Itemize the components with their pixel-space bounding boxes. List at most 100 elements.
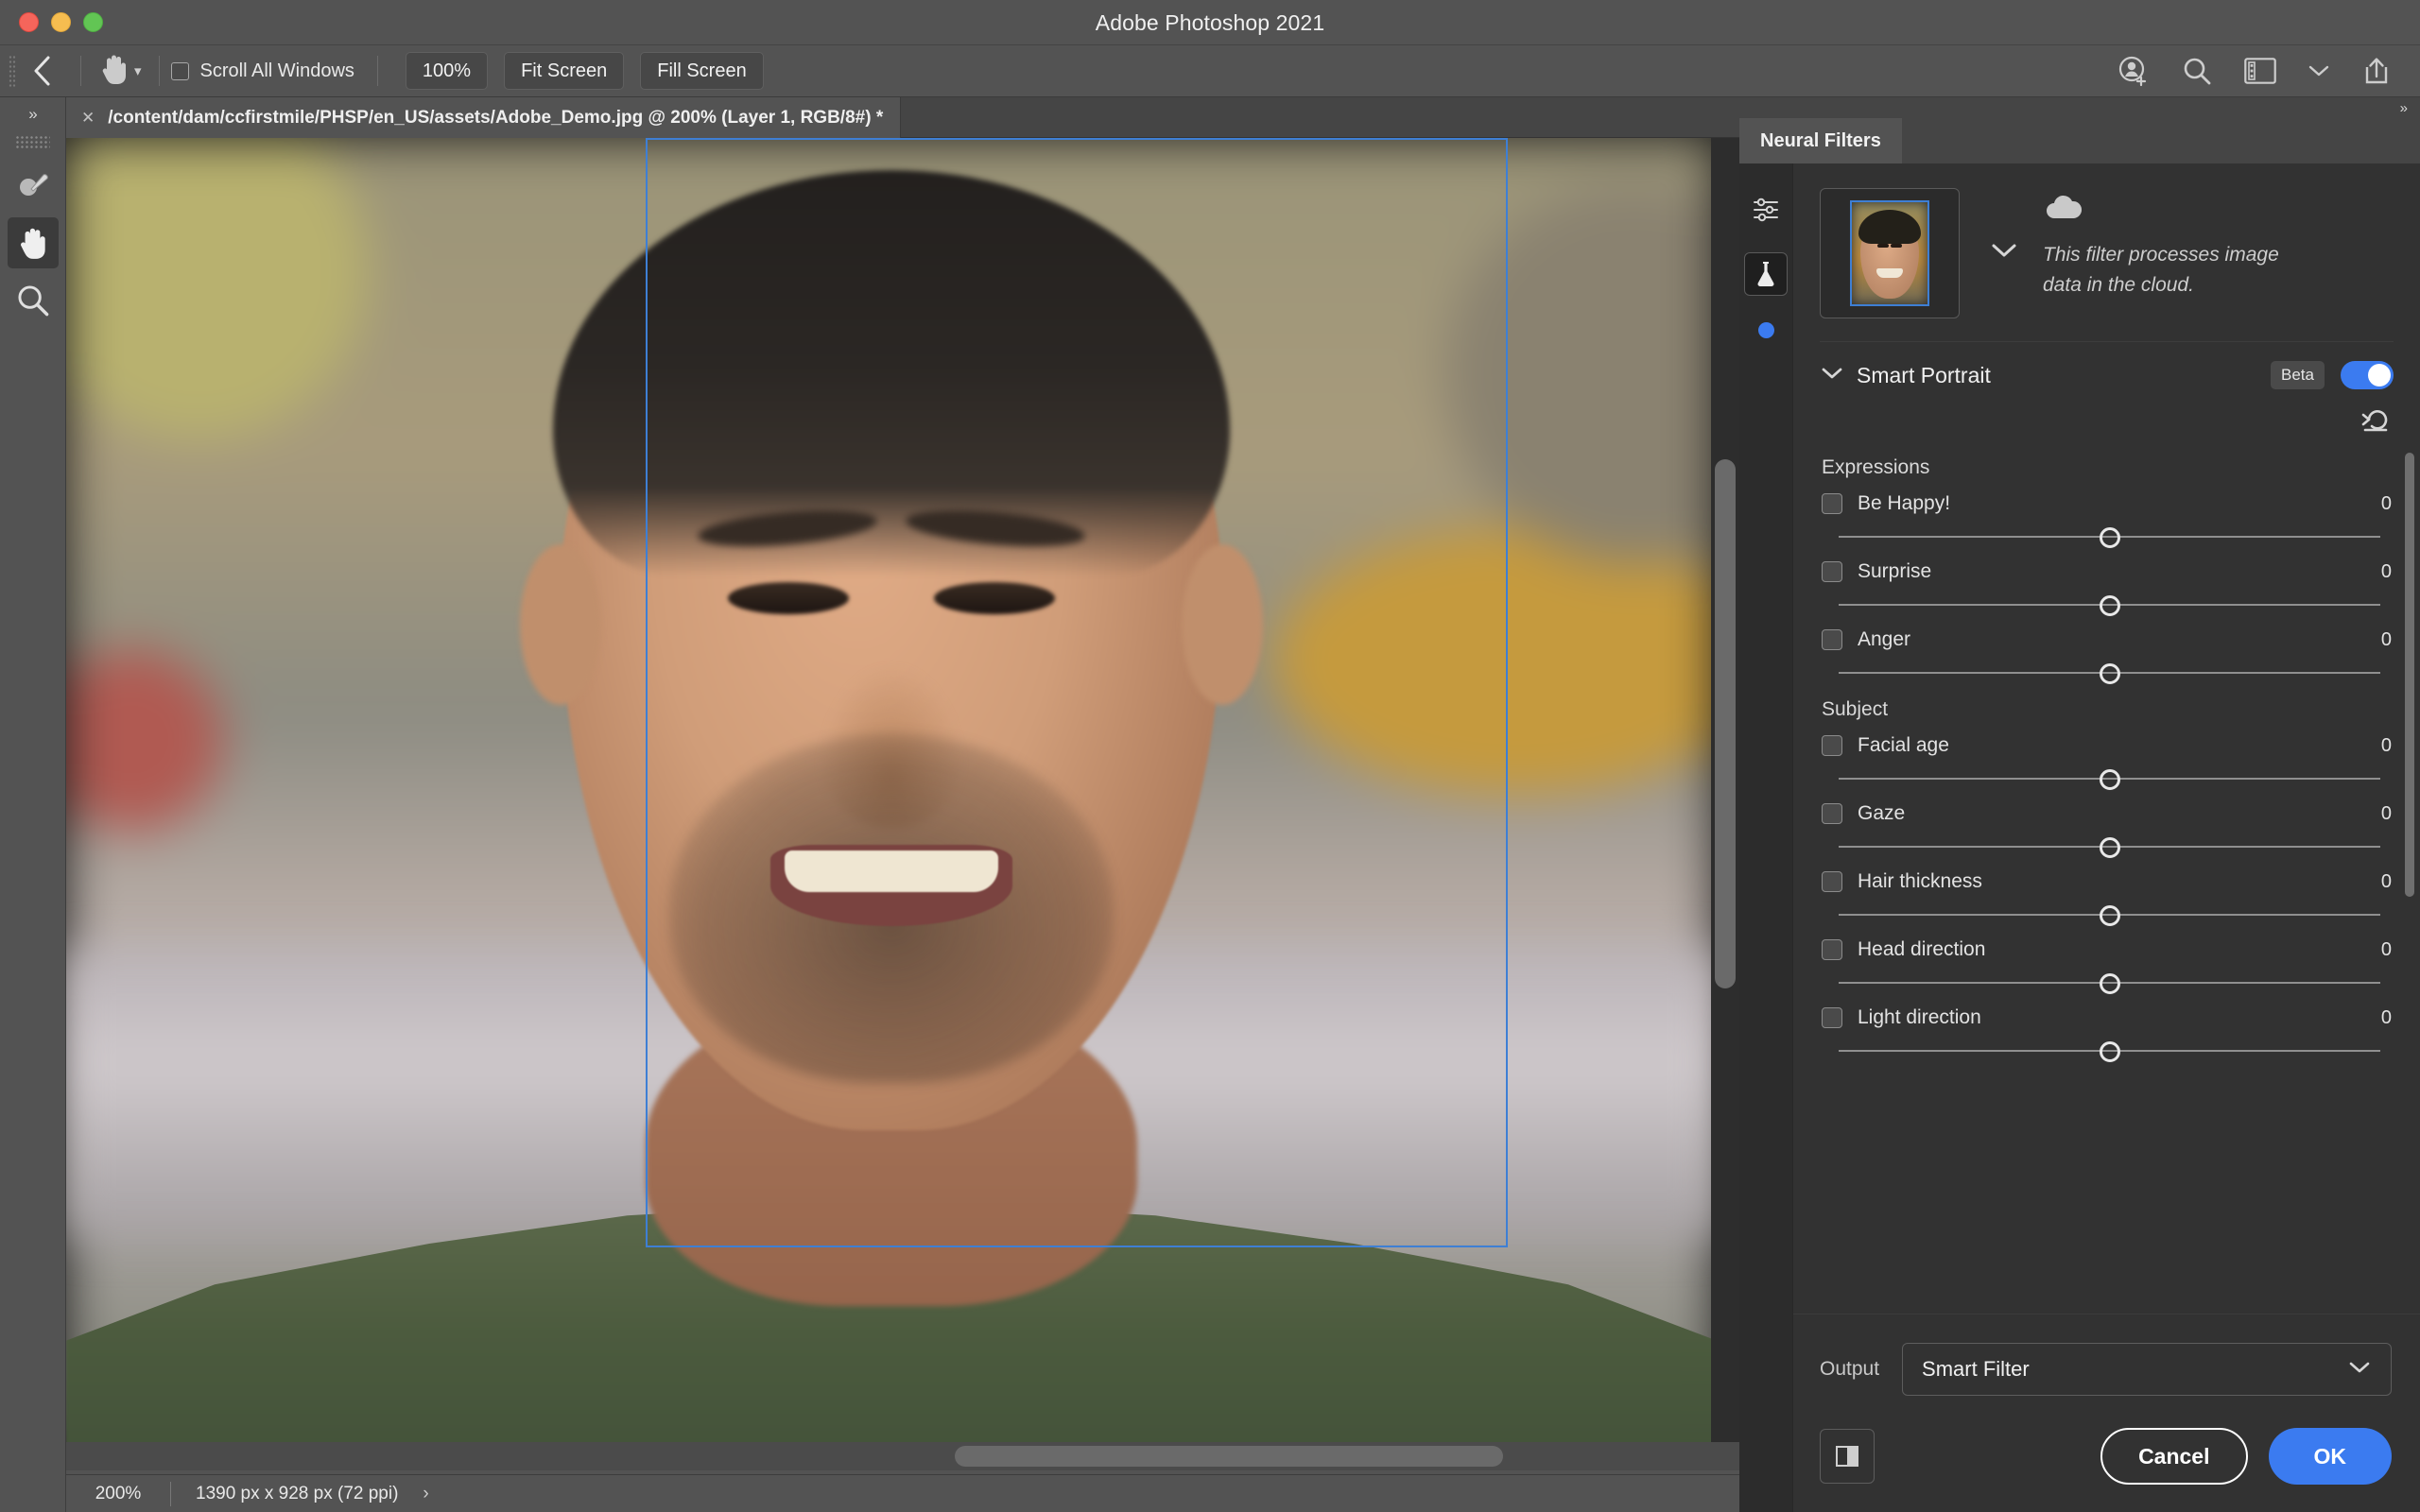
slider-label: Hair thickness bbox=[1858, 870, 1982, 892]
chevron-down-icon[interactable] bbox=[1990, 241, 2018, 266]
options-bar-grip[interactable] bbox=[9, 55, 16, 87]
slider-item: Anger 0 bbox=[1793, 621, 2420, 689]
workspace-icon[interactable] bbox=[2244, 58, 2276, 84]
slider-item: Head direction 0 bbox=[1793, 931, 2420, 999]
smart-portrait-enable-toggle[interactable] bbox=[2341, 361, 2394, 389]
slider-knob[interactable] bbox=[2099, 837, 2120, 858]
expand-tools-icon[interactable]: » bbox=[0, 97, 65, 131]
slider-track[interactable] bbox=[1839, 763, 2380, 795]
add-user-icon[interactable] bbox=[2118, 55, 2150, 87]
slider-item: Be Happy! 0 bbox=[1793, 485, 2420, 553]
divider bbox=[158, 56, 160, 86]
tools-panel: » bbox=[0, 97, 66, 1512]
photo-ear-left bbox=[520, 544, 601, 705]
tab-neural-filters[interactable]: Neural Filters bbox=[1739, 118, 1902, 163]
double-chevron-right-icon[interactable]: » bbox=[2400, 100, 2408, 116]
filter-settings-scroll-area[interactable]: Expressions Be Happy! 0 Surprise 0 Anger 0 Subj… bbox=[1793, 447, 2420, 1314]
slider-item: Gaze 0 bbox=[1793, 795, 2420, 863]
slider-checkbox[interactable] bbox=[1822, 629, 1842, 650]
thumbnail-mouth bbox=[1876, 268, 1903, 278]
chevron-down-icon[interactable]: ▾ bbox=[134, 64, 142, 78]
spot-healing-brush-tool[interactable] bbox=[8, 160, 59, 211]
slider-checkbox[interactable] bbox=[1822, 1007, 1842, 1028]
scroll-all-windows-checkbox[interactable]: Scroll All Windows bbox=[170, 60, 354, 82]
smart-portrait-filter-row: Smart Portrait Beta bbox=[1820, 341, 2394, 389]
canvas-vertical-scrollbar[interactable] bbox=[1715, 459, 1736, 988]
slider-track[interactable] bbox=[1839, 521, 2380, 553]
document-image[interactable] bbox=[66, 138, 1717, 1448]
slider-value: 0 bbox=[2380, 628, 2392, 650]
checkbox-box bbox=[170, 61, 189, 80]
canvas-horizontal-scrollbar[interactable] bbox=[955, 1446, 1503, 1467]
share-export-icon[interactable] bbox=[2361, 56, 2392, 86]
split-preview-icon[interactable] bbox=[1820, 1429, 1875, 1484]
thumbnail-eye-left bbox=[1877, 244, 1889, 248]
output-select[interactable]: Smart Filter bbox=[1902, 1343, 2392, 1396]
slider-checkbox[interactable] bbox=[1822, 493, 1842, 514]
cancel-button[interactable]: Cancel bbox=[2100, 1428, 2248, 1485]
slider-header: Be Happy! 0 bbox=[1822, 492, 2392, 515]
slider-knob[interactable] bbox=[2099, 973, 2120, 994]
fit-screen-button[interactable]: Fit Screen bbox=[504, 52, 625, 90]
zoom-tool[interactable] bbox=[8, 275, 59, 326]
reset-undo-icon[interactable] bbox=[2360, 406, 2392, 438]
photoshop-app-window: Adobe Photoshop 2021 ▾ Scroll All Window… bbox=[0, 0, 2420, 1512]
document-tab[interactable]: ✕ /content/dam/ccfirstmile/PHSP/en_US/as… bbox=[66, 97, 902, 138]
cloud-processing-note: This filter processes image data in the … bbox=[2043, 188, 2317, 300]
back-chevron-icon[interactable] bbox=[16, 49, 69, 93]
filter-header: This filter processes image data in the … bbox=[1793, 163, 2420, 318]
slider-track[interactable] bbox=[1839, 1035, 2380, 1067]
chevron-down-icon[interactable] bbox=[2308, 64, 2329, 77]
slider-knob[interactable] bbox=[2099, 527, 2120, 548]
chevron-right-icon[interactable]: › bbox=[423, 1484, 428, 1504]
slider-checkbox[interactable] bbox=[1822, 735, 1842, 756]
all-filters-icon[interactable] bbox=[1744, 188, 1788, 232]
slider-item: Hair thickness 0 bbox=[1793, 863, 2420, 931]
section-title: Subject bbox=[1822, 698, 1889, 720]
hand-tool-icon bbox=[98, 52, 130, 91]
smart-portrait-toggle-group[interactable]: Smart Portrait bbox=[1820, 363, 1991, 388]
chevron-down-icon[interactable] bbox=[1820, 365, 1844, 387]
slider-label: Gaze bbox=[1858, 802, 1906, 824]
slider-label: Anger bbox=[1858, 628, 1911, 650]
zoom-100-button[interactable]: 100% bbox=[405, 52, 489, 90]
slider-header: Light direction 0 bbox=[1822, 1006, 2392, 1029]
title-bar: Adobe Photoshop 2021 bbox=[0, 0, 2420, 45]
search-icon[interactable] bbox=[2182, 56, 2212, 86]
document-tab-label: /content/dam/ccfirstmile/PHSP/en_US/asse… bbox=[108, 107, 884, 128]
slider-knob[interactable] bbox=[2099, 595, 2120, 616]
scroll-all-windows-label: Scroll All Windows bbox=[199, 60, 354, 81]
slider-knob[interactable] bbox=[2099, 905, 2120, 926]
ok-button[interactable]: OK bbox=[2268, 1428, 2392, 1485]
slider-track[interactable] bbox=[1839, 589, 2380, 621]
photo-ear-right bbox=[1182, 544, 1263, 705]
canvas-area[interactable] bbox=[66, 138, 1739, 1470]
slider-knob[interactable] bbox=[2099, 1041, 2120, 1062]
slider-checkbox[interactable] bbox=[1822, 939, 1842, 960]
slider-checkbox[interactable] bbox=[1822, 803, 1842, 824]
beta-filters-flask-icon[interactable] bbox=[1744, 252, 1788, 296]
divider bbox=[80, 56, 81, 86]
status-zoom-level[interactable]: 200% bbox=[66, 1484, 170, 1504]
slider-track[interactable] bbox=[1839, 967, 2380, 999]
fill-screen-button[interactable]: Fill Screen bbox=[640, 52, 764, 90]
tools-panel-grip[interactable] bbox=[15, 135, 50, 150]
slider-knob[interactable] bbox=[2099, 769, 2120, 790]
slider-checkbox[interactable] bbox=[1822, 561, 1842, 582]
slider-track[interactable] bbox=[1839, 899, 2380, 931]
slider-knob[interactable] bbox=[2099, 663, 2120, 684]
filter-thumbnail-box[interactable] bbox=[1820, 188, 1960, 318]
slider-label: Surprise bbox=[1858, 560, 1932, 582]
hand-tool[interactable] bbox=[7, 217, 59, 268]
reset-row bbox=[1793, 389, 2420, 438]
canvas-vertical-scroll-track[interactable] bbox=[1711, 138, 1739, 1448]
close-icon[interactable]: ✕ bbox=[81, 109, 95, 128]
slider-checkbox[interactable] bbox=[1822, 871, 1842, 892]
slider-track[interactable] bbox=[1839, 831, 2380, 863]
panel-rail bbox=[1739, 163, 1793, 1512]
canvas-horizontal-scroll-track[interactable] bbox=[66, 1442, 1739, 1470]
cloud-icon bbox=[2043, 195, 2086, 226]
panel-scrollbar[interactable] bbox=[2405, 453, 2414, 897]
active-tool-preset[interactable]: ▾ bbox=[93, 52, 147, 91]
slider-track[interactable] bbox=[1839, 657, 2380, 689]
